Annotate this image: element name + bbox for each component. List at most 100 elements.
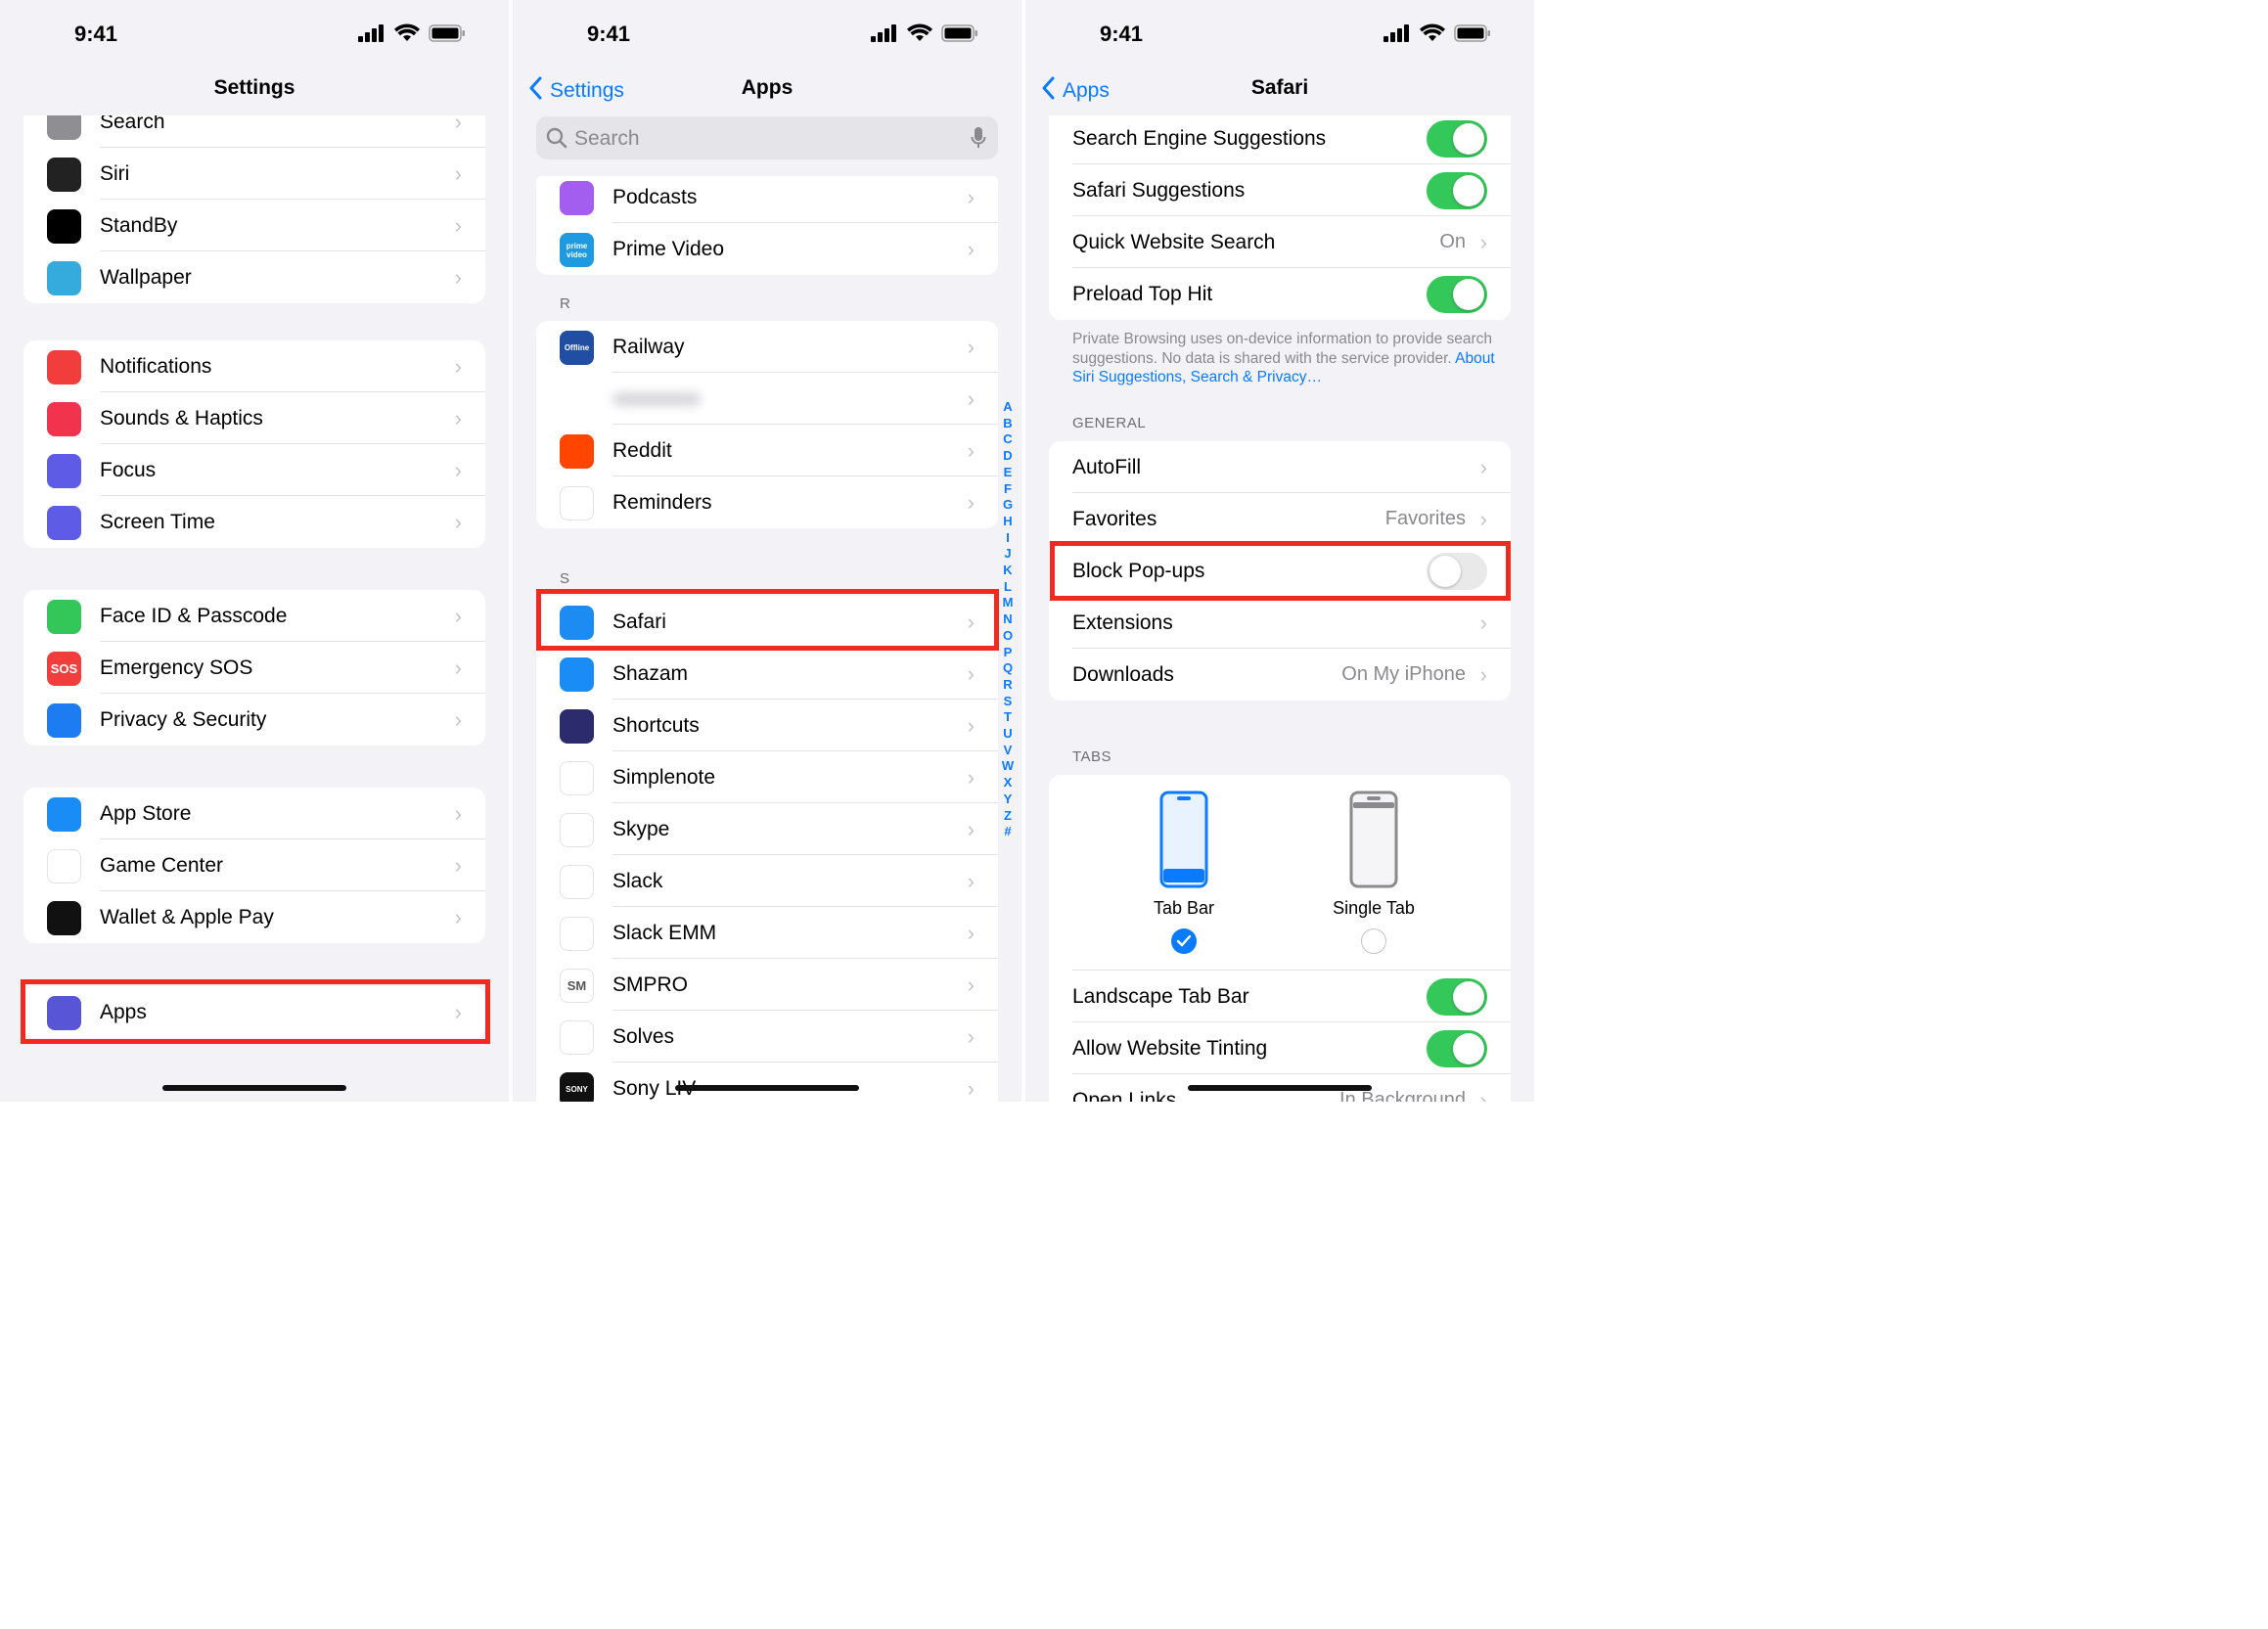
- setting-row-allow-website-tinting[interactable]: Allow Website Tinting: [1049, 1022, 1511, 1074]
- setting-row-autofill[interactable]: AutoFill ›: [1049, 441, 1511, 493]
- list-item-label: Reddit: [612, 438, 672, 462]
- list-item-standby[interactable]: StandBy ›: [23, 200, 485, 251]
- index-letter[interactable]: L: [1004, 579, 1012, 596]
- list-item-shazam[interactable]: Shazam ›: [536, 648, 998, 700]
- index-letter[interactable]: J: [1004, 546, 1011, 563]
- radio-unselected-icon[interactable]: [1361, 928, 1386, 954]
- list-item-screen-time[interactable]: Screen Time ›: [23, 496, 485, 548]
- index-letter[interactable]: Y: [1004, 792, 1013, 808]
- list-item-label: StandBy: [100, 213, 178, 237]
- index-letter[interactable]: A: [1003, 399, 1012, 416]
- index-letter[interactable]: H: [1003, 514, 1012, 530]
- list-item-slack[interactable]: Slack ›: [536, 855, 998, 907]
- index-letter[interactable]: O: [1003, 628, 1013, 645]
- group-tabs: Tab Bar Single Tab Landscape Tab Bar Allo…: [1049, 775, 1511, 1102]
- tab-option-single-tab[interactable]: Single Tab: [1325, 791, 1423, 954]
- index-letter[interactable]: P: [1004, 645, 1013, 661]
- setting-row-favorites[interactable]: Favorites Favorites ›: [1049, 493, 1511, 545]
- privacy-footer: Private Browsing uses on-device informat…: [1072, 330, 1495, 387]
- checkmark-selected-icon[interactable]: [1171, 928, 1197, 954]
- list-item-blurred-app-icon[interactable]: ›: [536, 373, 998, 425]
- list-item-apps[interactable]: Apps ›: [23, 986, 485, 1038]
- status-bar: 9:41: [513, 0, 1021, 67]
- section-header-tabs: TABS: [1072, 748, 1112, 765]
- list-item-reddit[interactable]: Reddit ›: [536, 425, 998, 476]
- app-store-icon: [47, 797, 81, 832]
- list-item-wallet-and-apple-pay[interactable]: Wallet & Apple Pay ›: [23, 891, 485, 943]
- list-item-wallpaper[interactable]: Wallpaper ›: [23, 251, 485, 303]
- setting-row-block-pop-ups[interactable]: Block Pop-ups: [1049, 545, 1511, 597]
- list-item-app-store[interactable]: App Store ›: [23, 788, 485, 839]
- footer-text: Private Browsing uses on-device informat…: [1072, 331, 1493, 367]
- list-item-siri[interactable]: Siri ›: [23, 148, 485, 200]
- list-item-shortcuts[interactable]: Shortcuts ›: [536, 700, 998, 751]
- chevron-right-icon: ›: [454, 603, 462, 628]
- index-letter[interactable]: M: [1003, 595, 1014, 611]
- toggle-switch[interactable]: [1427, 552, 1487, 590]
- index-letter[interactable]: X: [1004, 775, 1013, 792]
- index-letter[interactable]: T: [1004, 709, 1012, 726]
- index-letter[interactable]: G: [1003, 497, 1013, 514]
- index-letter[interactable]: N: [1003, 611, 1012, 628]
- index-letter[interactable]: S: [1004, 694, 1013, 710]
- setting-row-extensions[interactable]: Extensions ›: [1049, 597, 1511, 649]
- setting-row-downloads[interactable]: Downloads On My iPhone ›: [1049, 649, 1511, 701]
- index-letter[interactable]: Q: [1003, 660, 1013, 677]
- setting-row-safari-suggestions[interactable]: Safari Suggestions: [1049, 164, 1511, 216]
- toggle-switch[interactable]: [1427, 977, 1487, 1016]
- chevron-right-icon: ›: [454, 904, 462, 929]
- list-item-face-id-and-passcode[interactable]: Face ID & Passcode ›: [23, 590, 485, 642]
- list-item-label: App Store: [100, 801, 192, 825]
- setting-row-quick-website-search[interactable]: Quick Website Search On ›: [1049, 216, 1511, 268]
- tab-option-tab-bar[interactable]: Tab Bar: [1135, 791, 1233, 954]
- index-letter[interactable]: I: [1006, 530, 1010, 547]
- index-letter[interactable]: R: [1003, 677, 1012, 694]
- toggle-switch[interactable]: [1427, 119, 1487, 158]
- group-store: App Store › Game Center › Wallet & Apple Pay…: [23, 788, 485, 943]
- chevron-right-icon: ›: [1479, 454, 1487, 479]
- index-letter[interactable]: B: [1003, 416, 1012, 432]
- list-item-railway[interactable]: Offline Railway ›: [536, 321, 998, 373]
- setting-row-landscape-tab-bar[interactable]: Landscape Tab Bar: [1049, 971, 1511, 1022]
- microphone-icon[interactable]: [971, 126, 986, 155]
- list-item-emergency-sos[interactable]: SOS Emergency SOS ›: [23, 642, 485, 694]
- list-item-focus[interactable]: Focus ›: [23, 444, 485, 496]
- list-item-sony-liv[interactable]: SONY Sony LIV ›: [536, 1063, 998, 1102]
- list-item-simplenote[interactable]: Simplenote ›: [536, 751, 998, 803]
- index-letter[interactable]: F: [1004, 481, 1012, 498]
- standby-icon: [47, 209, 81, 244]
- list-item-prime-video[interactable]: prime video Prime Video ›: [536, 223, 998, 275]
- list-item-sounds-and-haptics[interactable]: Sounds & Haptics ›: [23, 392, 485, 444]
- list-item-notifications[interactable]: Notifications ›: [23, 340, 485, 392]
- index-letter[interactable]: #: [1004, 824, 1011, 840]
- index-letter[interactable]: C: [1003, 431, 1012, 448]
- toggle-switch[interactable]: [1427, 1029, 1487, 1067]
- toggle-switch[interactable]: [1427, 275, 1487, 313]
- list-item-solves[interactable]: Solves ›: [536, 1011, 998, 1063]
- list-item-label: Podcasts: [612, 185, 698, 208]
- list-item-reminders[interactable]: Reminders ›: [536, 476, 998, 528]
- index-letter[interactable]: K: [1003, 563, 1012, 579]
- list-item-label: Reminders: [612, 490, 712, 514]
- list-item-slack-emm[interactable]: Slack EMM ›: [536, 907, 998, 959]
- list-item-game-center[interactable]: Game Center ›: [23, 839, 485, 891]
- list-item-podcasts[interactable]: Podcasts ›: [536, 171, 998, 223]
- index-letter[interactable]: W: [1002, 758, 1014, 775]
- index-letter[interactable]: E: [1004, 465, 1013, 481]
- index-letter[interactable]: D: [1003, 448, 1012, 465]
- setting-value: On: [1439, 231, 1466, 252]
- list-item-privacy-and-security[interactable]: Privacy & Security ›: [23, 694, 485, 746]
- index-letter[interactable]: U: [1003, 726, 1012, 743]
- battery-icon: [1454, 23, 1491, 47]
- list-item-safari[interactable]: Safari ›: [536, 596, 998, 648]
- index-letter[interactable]: V: [1004, 743, 1013, 759]
- chevron-right-icon: ›: [967, 764, 975, 790]
- setting-row-search-engine-suggestions[interactable]: Search Engine Suggestions: [1049, 113, 1511, 164]
- list-item-smpro[interactable]: SM SMPRO ›: [536, 959, 998, 1011]
- index-letter[interactable]: Z: [1004, 808, 1012, 825]
- toggle-switch[interactable]: [1427, 171, 1487, 209]
- list-item-skype[interactable]: Skype ›: [536, 803, 998, 855]
- setting-row-preload-top-hit[interactable]: Preload Top Hit: [1049, 268, 1511, 320]
- section-index[interactable]: A B C D E F G H I J K L M N O P Q R S T U V W X Y Z #: [996, 399, 1020, 840]
- search-field[interactable]: Search: [536, 116, 998, 159]
